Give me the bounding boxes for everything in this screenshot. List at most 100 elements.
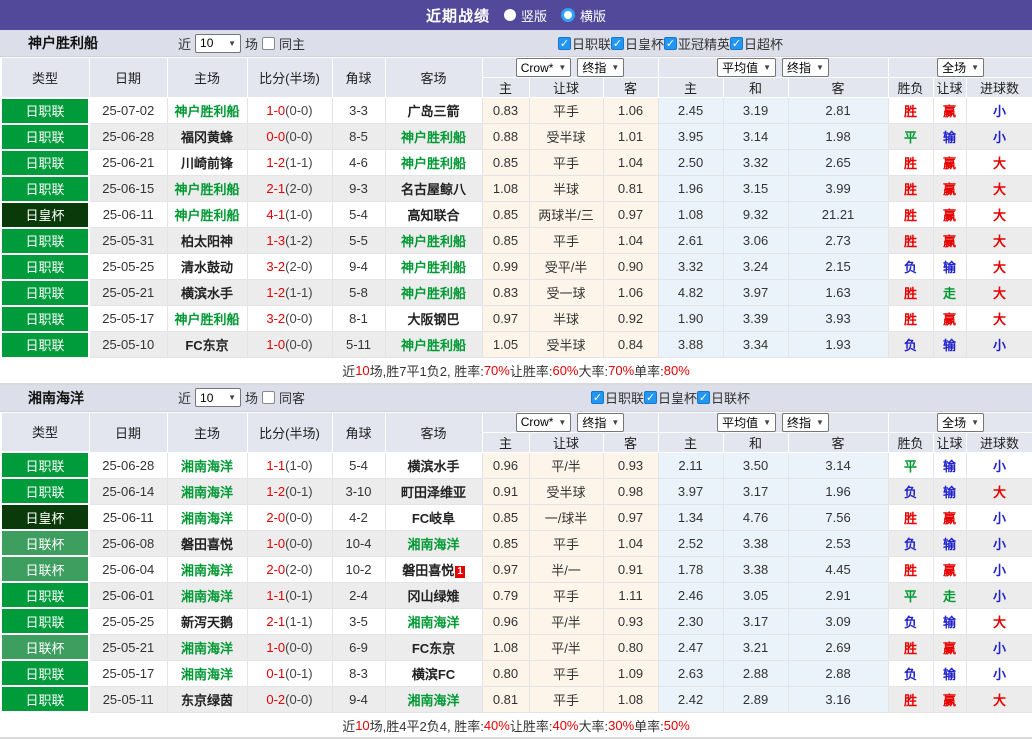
corners: 9-4: [332, 254, 385, 280]
match-row: 日联杯25-05-21湘南海洋1-0(0-0)6-9FC东京1.08平/半0.8…: [1, 634, 1032, 660]
home-team: FC东京: [167, 332, 247, 358]
odds-time-value: 终指: [582, 414, 606, 431]
league-checkbox[interactable]: ✓: [558, 37, 571, 50]
avg-company-select[interactable]: 平均值▼: [717, 58, 776, 77]
summary-text: 让胜率:: [510, 361, 553, 380]
result-handicap: 输: [933, 124, 966, 150]
halftime-score: (0-1): [285, 666, 312, 681]
league-label: 日超杯: [744, 34, 783, 53]
league-checkbox[interactable]: ✓: [664, 37, 677, 50]
radio-vertical[interactable]: 竖版: [504, 6, 547, 25]
average-select-group: 平均值▼ 终指▼: [658, 58, 888, 78]
fullmatch-select[interactable]: 全场▼: [937, 58, 984, 77]
result-outcome: 负: [888, 332, 933, 358]
recent-count-select[interactable]: 10▼: [195, 388, 241, 407]
radio-vertical-icon[interactable]: [504, 9, 516, 21]
league-checkbox[interactable]: ✓: [730, 37, 743, 50]
halftime-score: (1-0): [285, 207, 312, 222]
result-outcome: 负: [888, 254, 933, 280]
match-row: 日职联25-05-17湘南海洋0-1(0-1)8-3横滨FC0.80平手1.09…: [1, 660, 1032, 686]
odds-time-select[interactable]: 终指▼: [577, 58, 624, 77]
col-header-avg-home: 主: [658, 432, 723, 452]
avg-away-odds: 2.81: [788, 98, 888, 124]
radio-horizontal-icon[interactable]: [561, 8, 575, 22]
fulltime-score: 2-1: [266, 181, 285, 196]
avg-draw-odds: 3.50: [723, 452, 788, 478]
handicap-away-odds: 1.09: [603, 660, 658, 686]
col-header-outcome: 胜负: [888, 78, 933, 98]
handicap-home-odds: 0.88: [482, 124, 529, 150]
fullmatch-select[interactable]: 全场▼: [937, 413, 984, 432]
match-type-badge: 日联杯: [1, 634, 89, 660]
handicap-home-odds: 0.97: [482, 306, 529, 332]
match-row: 日职联25-06-28湘南海洋1-1(1-0)5-4横滨水手0.96平/半0.9…: [1, 452, 1032, 478]
match-row: 日职联25-06-14湘南海洋1-2(0-1)3-10町田泽维亚0.91受半球0…: [1, 478, 1032, 504]
same-venue-checkbox[interactable]: [262, 37, 275, 50]
result-goals: 大: [966, 202, 1032, 228]
corners: 8-1: [332, 306, 385, 332]
col-header-avg-draw: 和: [723, 432, 788, 452]
handicap-line: 两球半/三: [529, 202, 603, 228]
match-row: 日职联25-06-01湘南海洋1-1(0-1)2-4冈山绿雉0.79平手1.11…: [1, 582, 1032, 608]
handicap-line: 平手: [529, 150, 603, 176]
league-checkbox[interactable]: ✓: [697, 391, 710, 404]
handicap-away-odds: 1.06: [603, 98, 658, 124]
result-handicap: 赢: [933, 176, 966, 202]
avg-home-odds: 1.96: [658, 176, 723, 202]
result-outcome: 胜: [888, 150, 933, 176]
fulltime-score: 1-2: [266, 484, 285, 499]
result-handicap: 走: [933, 280, 966, 306]
handicap-home-odds: 0.97: [482, 556, 529, 582]
league-checkbox[interactable]: ✓: [591, 391, 604, 404]
avg-home-odds: 3.88: [658, 332, 723, 358]
summary-text: 40%: [484, 718, 510, 733]
odds-company-value: Crow*: [521, 415, 554, 429]
same-venue-checkbox[interactable]: [262, 391, 275, 404]
home-team: 湘南海洋: [167, 478, 247, 504]
recent-count-select[interactable]: 10▼: [195, 34, 241, 53]
halftime-score: (0-0): [285, 337, 312, 352]
handicap-select-group: Crow*▼ 终指▼: [482, 58, 658, 78]
league-label: 亚冠精英: [678, 34, 730, 53]
handicap-line: 半球: [529, 306, 603, 332]
result-outcome: 平: [888, 452, 933, 478]
handicap-home-odds: 0.96: [482, 608, 529, 634]
result-outcome: 负: [888, 660, 933, 686]
avg-home-odds: 2.47: [658, 634, 723, 660]
match-type-badge: 日皇杯: [1, 504, 89, 530]
handicap-home-odds: 0.85: [482, 202, 529, 228]
col-header-home: 主场: [167, 58, 247, 98]
match-date: 25-06-15: [89, 176, 167, 202]
avg-time-select[interactable]: 终指▼: [782, 58, 829, 77]
matches-label: 场: [245, 388, 258, 407]
result-handicap: 输: [933, 478, 966, 504]
col-header-goals-result: 进球数: [966, 432, 1032, 452]
avg-company-select[interactable]: 平均值▼: [717, 413, 776, 432]
radio-horizontal[interactable]: 横版: [561, 6, 606, 25]
match-type-badge: 日联杯: [1, 556, 89, 582]
handicap-away-odds: 0.93: [603, 452, 658, 478]
league-checkbox[interactable]: ✓: [644, 391, 657, 404]
avg-home-odds: 2.11: [658, 452, 723, 478]
match-score: 1-0(0-0): [247, 332, 332, 358]
odds-time-select[interactable]: 终指▼: [577, 413, 624, 432]
match-type-badge: 日职联: [1, 98, 89, 124]
league-checkbox[interactable]: ✓: [611, 37, 624, 50]
team-name: 湘南海洋: [28, 388, 178, 408]
col-header-score: 比分(半场): [247, 58, 332, 98]
chevron-down-icon: ▼: [558, 63, 566, 72]
halftime-score: (0-1): [285, 484, 312, 499]
match-score: 2-1(2-0): [247, 176, 332, 202]
avg-time-select[interactable]: 终指▼: [782, 413, 829, 432]
handicap-away-odds: 0.97: [603, 202, 658, 228]
home-team: 神户胜利船: [167, 306, 247, 332]
home-team: 湘南海洋: [167, 660, 247, 686]
odds-company-select[interactable]: Crow*▼: [516, 413, 572, 432]
avg-draw-odds: 3.39: [723, 306, 788, 332]
result-handicap: 赢: [933, 202, 966, 228]
halftime-score: (1-1): [285, 285, 312, 300]
result-handicap: 输: [933, 254, 966, 280]
odds-company-select[interactable]: Crow*▼: [516, 58, 572, 77]
avg-home-odds: 2.52: [658, 530, 723, 556]
col-header-handicap-result: 让球: [933, 78, 966, 98]
